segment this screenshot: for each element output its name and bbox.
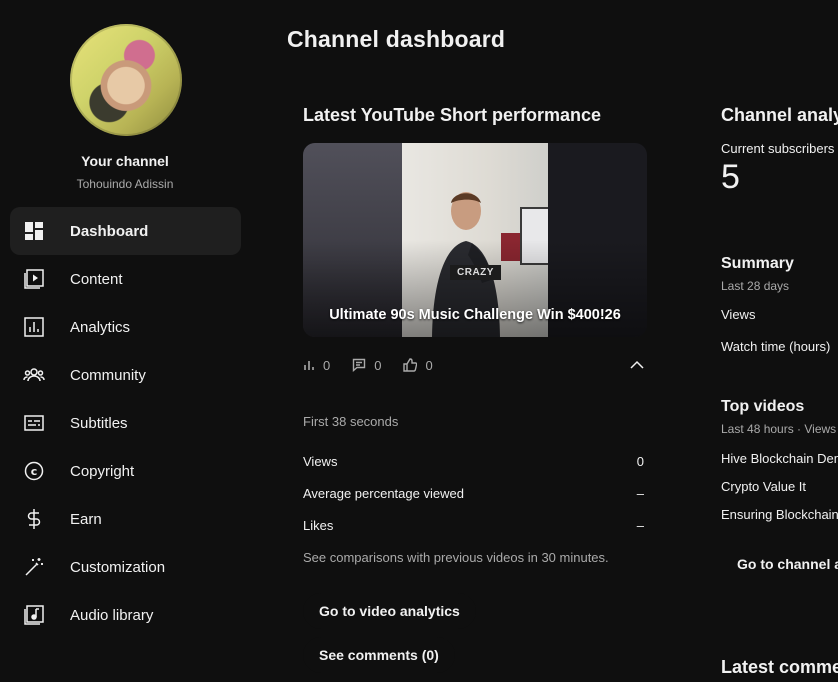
sidebar-item-copyright[interactable]: c Copyright [10,447,241,495]
metric-value: 0 [636,454,644,469]
sidebar-item-earn[interactable]: Earn [10,495,241,543]
top-videos-title: Top videos [721,398,805,415]
sidebar-item-dashboard[interactable]: Dashboard [10,207,241,255]
card-title: Channel analytics [721,105,838,125]
comparison-note: See comparisons with previous videos in … [303,550,609,565]
channel-handle: Tohouindo Adissin [76,177,174,191]
video-analytics-button[interactable]: Go to video analytics [303,593,476,629]
copyright-icon: c [22,459,46,483]
summary-title: Summary [721,255,794,272]
dashboard-icon [22,219,46,243]
subtitles-icon [22,411,46,435]
comments-stat: 0 [352,358,381,373]
summary-row: Views [721,307,756,322]
bar-chart-icon [304,361,314,370]
page-title: Channel dashboard [287,26,506,52]
top-videos-period: Last 48 hours · Views [721,422,837,436]
thumbnail-tag: CRAZY [450,265,501,280]
metric-label: Likes [303,518,334,533]
sidebar-item-customization[interactable]: Customization [10,543,241,591]
chevron-up-icon[interactable] [629,357,645,373]
audio-library-icon [22,603,46,627]
sidebar-item-label: Audio library [70,606,154,624]
metric-value: – [636,486,644,501]
channel-avatar[interactable] [70,24,182,136]
metric-value: – [636,518,644,533]
sidebar-item-analytics[interactable]: Analytics [10,303,241,351]
customization-icon [22,555,46,579]
metric-row: Views 0 [303,454,644,469]
latest-comments-title: Latest comments [721,657,838,677]
thumbnail-caption: Ultimate 90s Music Challenge Win $400!26 [329,307,621,323]
sidebar-item-label: Customization [70,558,166,576]
sidebar-item-label: Earn [70,510,102,528]
see-comments-button[interactable]: See comments (0) [303,637,455,673]
short-thumbnail[interactable]: CRAZY Ultimate 90s Music Challenge Win $… [303,143,647,337]
channel-analytics-button[interactable]: Go to channel an [737,556,838,572]
svg-text:c: c [31,465,38,478]
card-title: Latest YouTube Short performance [303,105,602,125]
metric-label: Views [303,454,338,469]
community-icon [22,363,46,387]
metric-label: Average percentage viewed [303,486,464,501]
comments-count: 0 [374,357,382,373]
metric-row: Likes – [303,518,644,533]
sidebar-item-label: Dashboard [70,222,149,240]
thumbs-up-icon [403,358,418,372]
content-icon [22,267,46,291]
likes-count: 0 [425,357,433,373]
sidebar-item-subtitles[interactable]: Subtitles [10,399,241,447]
channel-title: Your channel [81,153,169,169]
sidebar-item-audio-library[interactable]: Audio library [10,591,241,639]
sidebar-item-label: Subtitles [70,414,128,432]
views-stat: 0 [303,358,330,373]
sidebar-nav: Dashboard Content Analytics Community Su… [10,207,241,639]
sidebar-item-label: Copyright [70,462,135,480]
likes-stat: 0 [403,357,433,373]
subscribers-label: Current subscribers [721,141,835,156]
earn-icon [22,507,46,531]
sidebar-item-label: Analytics [70,318,131,336]
top-video-item[interactable]: Crypto Value It [721,479,806,494]
comment-icon [353,358,366,372]
sidebar-item-label: Content [70,270,123,288]
summary-period: Last 28 days [721,279,790,293]
summary-row: Watch time (hours) [721,339,831,354]
subscribers-value: 5 [721,158,740,196]
views-count: 0 [323,357,331,373]
top-video-item[interactable]: Ensuring Blockchain [721,507,838,522]
short-stats-row: 0 0 0 [303,357,647,373]
metrics-period: First 38 seconds [303,414,399,429]
sidebar-item-content[interactable]: Content [10,255,241,303]
sidebar-item-community[interactable]: Community [10,351,241,399]
top-video-item[interactable]: Hive Blockchain Dem [721,451,838,466]
sidebar-item-label: Community [70,366,146,384]
analytics-icon [22,315,46,339]
metric-row: Average percentage viewed – [303,486,644,501]
sidebar: Your channel Tohouindo Adissin Dashboard… [0,0,255,682]
